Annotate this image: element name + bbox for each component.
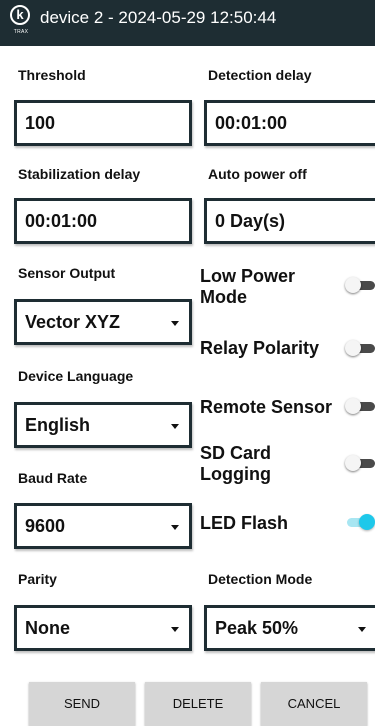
chevron-down-icon (358, 627, 366, 632)
parity-label: Parity (18, 571, 57, 587)
trax-logo: k TRAX (8, 5, 36, 35)
baud-rate-select[interactable]: 9600 (14, 503, 192, 549)
device-language-value: English (25, 415, 91, 435)
led-flash-toggle[interactable] (347, 514, 375, 530)
threshold-input[interactable]: 100 (14, 100, 192, 146)
detection-mode-label: Detection Mode (208, 571, 313, 587)
send-button[interactable]: SEND (29, 682, 135, 726)
sd-card-logging-label: SD Card Logging (200, 443, 272, 484)
device-title: device 2 - 2024-05-29 12:50:44 (40, 8, 277, 27)
auto-power-off-value: 0 Day(s) (215, 211, 286, 231)
stabilization-delay-label: Stabilization delay (18, 166, 141, 182)
sensor-output-value: Vector XYZ (25, 312, 121, 332)
auto-power-off-input[interactable]: 0 Day(s) (204, 198, 375, 244)
relay-polarity-toggle[interactable] (345, 340, 375, 356)
detection-mode-select[interactable]: Peak 50% (204, 605, 375, 651)
cancel-button[interactable]: CANCEL (261, 682, 367, 726)
baud-rate-value: 9600 (25, 516, 66, 536)
relay-polarity-label: Relay Polarity (200, 338, 320, 358)
auto-power-off-label: Auto power off (208, 166, 307, 182)
chevron-down-icon (171, 321, 179, 326)
device-language-label: Device Language (18, 368, 134, 384)
detection-delay-input[interactable]: 00:01:00 (204, 100, 375, 146)
logo-icon: k (10, 5, 30, 25)
sensor-output-label: Sensor Output (18, 265, 116, 281)
app-header: k TRAX device 2 - 2024-05-29 12:50:44 (0, 0, 375, 46)
low-power-mode-toggle[interactable] (345, 277, 375, 293)
chevron-down-icon (171, 525, 179, 530)
detection-mode-value: Peak 50% (215, 618, 299, 638)
delete-button[interactable]: DELETE (145, 682, 251, 726)
threshold-value: 100 (25, 113, 56, 133)
threshold-label: Threshold (18, 67, 86, 83)
detection-delay-label: Detection delay (208, 67, 312, 83)
remote-sensor-label: Remote Sensor (200, 397, 333, 417)
parity-value: None (25, 618, 70, 638)
low-power-mode-label: Low Power Mode (200, 266, 296, 307)
led-flash-label: LED Flash (200, 513, 289, 533)
logo-text: TRAX (13, 29, 29, 35)
stabilization-delay-value: 00:01:00 (25, 211, 98, 231)
sensor-output-select[interactable]: Vector XYZ (14, 299, 192, 345)
sd-card-logging-toggle[interactable] (345, 455, 375, 471)
chevron-down-icon (171, 627, 179, 632)
parity-select[interactable]: None (14, 605, 192, 651)
remote-sensor-toggle[interactable] (345, 398, 375, 414)
stabilization-delay-input[interactable]: 00:01:00 (14, 198, 192, 244)
baud-rate-label: Baud Rate (18, 470, 88, 486)
device-language-select[interactable]: English (14, 402, 192, 448)
detection-delay-value: 00:01:00 (215, 113, 288, 133)
chevron-down-icon (171, 424, 179, 429)
